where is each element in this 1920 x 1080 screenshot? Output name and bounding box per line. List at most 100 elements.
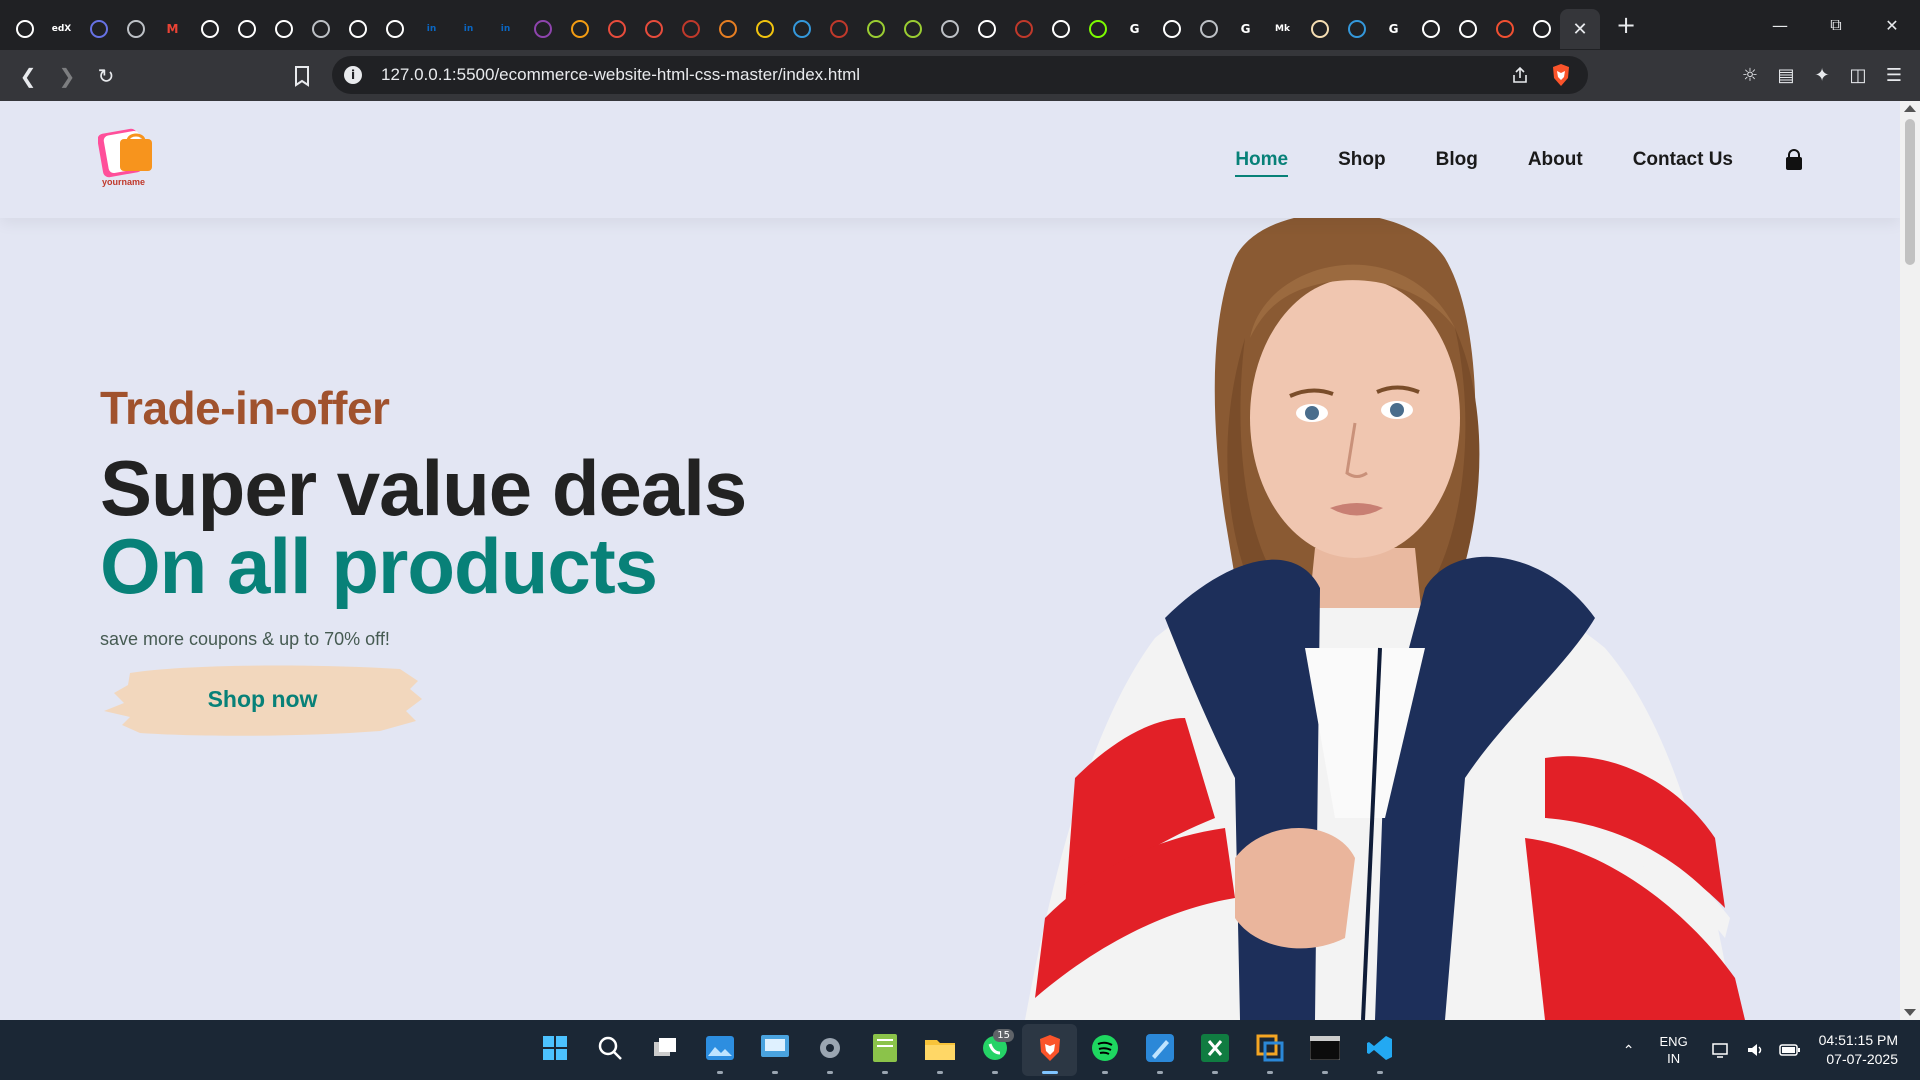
taskbar-app[interactable] [1022, 1024, 1077, 1076]
browser-tab[interactable] [376, 9, 413, 49]
browser-tab[interactable] [672, 9, 709, 49]
browser-tab[interactable]: in [487, 9, 524, 49]
browser-tab[interactable] [1338, 9, 1375, 49]
browser-tab[interactable] [968, 9, 1005, 49]
taskbar-app[interactable] [637, 1024, 692, 1076]
taskbar-app[interactable] [912, 1024, 967, 1076]
browser-tab[interactable] [302, 9, 339, 49]
browser-tab[interactable] [1301, 9, 1338, 49]
taskbar-app[interactable] [1297, 1024, 1352, 1076]
menu-icon[interactable]: ☰ [1876, 58, 1912, 94]
browser-tab[interactable] [635, 9, 672, 49]
taskbar-app[interactable] [1352, 1024, 1407, 1076]
extensions-icon[interactable]: ☼ [1732, 58, 1768, 94]
browser-tab[interactable] [1005, 9, 1042, 49]
taskbar-app[interactable] [582, 1024, 637, 1076]
browser-tab[interactable] [1412, 9, 1449, 49]
close-window-button[interactable]: ✕ [1864, 0, 1920, 50]
forward-button[interactable]: ❯ [49, 58, 85, 94]
browser-tab[interactable] [1449, 9, 1486, 49]
browser-tab[interactable] [931, 9, 968, 49]
taskbar-app[interactable] [1132, 1024, 1187, 1076]
site-info-icon[interactable]: i [344, 66, 362, 84]
cart-bag-icon[interactable] [1783, 148, 1805, 171]
browser-tab[interactable] [117, 9, 154, 49]
browser-tab[interactable] [746, 9, 783, 49]
browser-tab[interactable]: edX [43, 9, 80, 49]
minimize-button[interactable]: — [1752, 0, 1808, 50]
browser-tab[interactable]: G [1227, 9, 1264, 49]
brave-shield-icon[interactable] [1550, 63, 1572, 87]
browser-tab[interactable] [80, 9, 117, 49]
browser-tab[interactable] [1153, 9, 1190, 49]
nav-link-blog[interactable]: Blog [1436, 149, 1478, 171]
restore-button[interactable]: ⧉ [1808, 0, 1864, 50]
browser-tab[interactable]: in [413, 9, 450, 49]
close-tab-icon[interactable]: ✕ [1572, 19, 1587, 40]
browser-tab[interactable] [1190, 9, 1227, 49]
nav-link-shop[interactable]: Shop [1338, 149, 1386, 171]
input-language[interactable]: ENG IN [1649, 1033, 1699, 1067]
taskbar-app[interactable] [802, 1024, 857, 1076]
address-url[interactable]: 127.0.0.1:5500/ecommerce-website-html-cs… [381, 65, 860, 85]
clock[interactable]: 04:51:15 PM 07-07-2025 [1819, 1031, 1898, 1069]
browser-tab[interactable]: G [1375, 9, 1412, 49]
browser-tab[interactable] [1523, 9, 1560, 49]
browser-tab[interactable] [783, 9, 820, 49]
browser-tab[interactable] [1042, 9, 1079, 49]
page-scrollbar[interactable] [1900, 101, 1920, 1020]
browser-tab[interactable] [709, 9, 746, 49]
taskbar-app[interactable] [1077, 1024, 1132, 1076]
scroll-up-arrow[interactable] [1904, 105, 1916, 112]
active-tab[interactable]: ✕ [1560, 9, 1600, 49]
shopping-bag-logo-icon [97, 128, 152, 178]
browser-tab[interactable] [6, 9, 43, 49]
browser-tab[interactable] [265, 9, 302, 49]
browser-tab[interactable] [191, 9, 228, 49]
browser-tab[interactable]: G [1116, 9, 1153, 49]
taskbar-app[interactable] [857, 1024, 912, 1076]
browser-tab[interactable]: in [450, 9, 487, 49]
taskbar-app[interactable]: 15 [967, 1024, 1022, 1076]
taskbar-app[interactable] [1242, 1024, 1297, 1076]
bookmark-icon[interactable] [290, 64, 314, 88]
browser-tab[interactable] [561, 9, 598, 49]
browser-tab[interactable] [339, 9, 376, 49]
address-bar[interactable]: i 127.0.0.1:5500/ecommerce-website-html-… [332, 56, 1588, 94]
browser-tab[interactable] [820, 9, 857, 49]
battery-icon[interactable] [1778, 1040, 1801, 1060]
browser-tab[interactable]: M [154, 9, 191, 49]
browser-tab[interactable] [1079, 9, 1116, 49]
share-icon[interactable] [1510, 65, 1530, 85]
reader-mode-icon[interactable]: ▤ [1768, 58, 1804, 94]
nav-link-about[interactable]: About [1528, 149, 1583, 171]
browser-tab[interactable]: Mk [1264, 9, 1301, 49]
site-logo[interactable]: yourname [97, 125, 158, 189]
bag-icon [274, 20, 293, 38]
browser-tab[interactable] [1486, 9, 1523, 49]
new-tab-button[interactable]: + [1610, 11, 1642, 39]
taskbar-app[interactable] [692, 1024, 747, 1076]
leo-ai-icon[interactable]: ✦ [1804, 58, 1840, 94]
show-hidden-icons-button[interactable]: ⌃ [1609, 1042, 1649, 1059]
shop-now-button[interactable]: Shop now [100, 659, 425, 739]
browser-tab[interactable] [598, 9, 635, 49]
network-icon[interactable] [1711, 1040, 1731, 1060]
taskbar-app[interactable] [527, 1024, 582, 1076]
browser-tab[interactable] [894, 9, 931, 49]
taskbar-app[interactable] [747, 1024, 802, 1076]
taskbar-app[interactable] [1187, 1024, 1242, 1076]
running-indicator [1376, 1071, 1383, 1074]
browser-tab[interactable] [857, 9, 894, 49]
back-button[interactable]: ❮ [10, 58, 46, 94]
nav-link-contact-us[interactable]: Contact Us [1633, 149, 1733, 171]
sidebar-toggle-icon[interactable]: ◫ [1840, 58, 1876, 94]
nav-link-home[interactable]: Home [1235, 149, 1288, 177]
circle-icon [940, 20, 959, 38]
browser-tab[interactable] [524, 9, 561, 49]
volume-icon[interactable] [1745, 1040, 1765, 1060]
scroll-down-arrow[interactable] [1904, 1009, 1916, 1016]
browser-tab[interactable] [228, 9, 265, 49]
reload-button[interactable]: ↻ [88, 58, 124, 94]
scroll-thumb[interactable] [1905, 119, 1915, 265]
